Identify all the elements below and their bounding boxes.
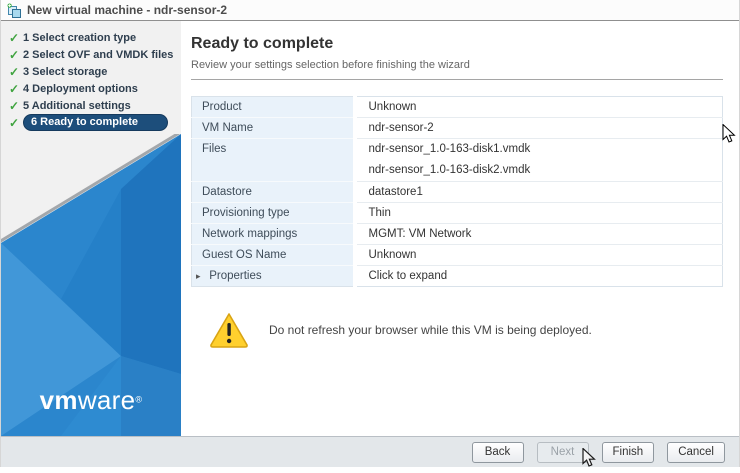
- page-title: Ready to complete: [191, 35, 334, 52]
- next-button: Next: [536, 441, 589, 463]
- step-label: 4 Deployment options: [23, 82, 138, 95]
- vmware-logo: vmware®: [1, 385, 181, 416]
- wizard-steps-list: ✓ 1 Select creation type ✓ 2 Select OVF …: [1, 21, 181, 131]
- sidebar-step-select-ovf-vmdk-files[interactable]: ✓ 2 Select OVF and VMDK files: [1, 46, 181, 63]
- check-icon: ✓: [9, 81, 20, 96]
- header-divider: [191, 79, 723, 80]
- row-value: ndr-sensor_1.0-163-disk1.vmdk ndr-sensor…: [354, 138, 723, 182]
- check-icon: ✓: [9, 30, 20, 45]
- registered-mark: ®: [135, 394, 143, 405]
- table-row-provisioning-type: Provisioning type Thin: [191, 202, 723, 224]
- finish-button[interactable]: Finish: [601, 441, 655, 463]
- row-value: Unknown: [354, 96, 723, 118]
- row-label: Product: [191, 96, 357, 118]
- row-label: Network mappings: [191, 223, 357, 245]
- warning-text: Do not refresh your browser while this V…: [269, 323, 592, 337]
- warning-triangle-icon: [209, 312, 249, 348]
- row-value: Thin: [354, 202, 723, 224]
- page-subtitle: Review your settings selection before fi…: [191, 59, 470, 71]
- cancel-button[interactable]: Cancel: [667, 441, 725, 463]
- file-name: ndr-sensor_1.0-163-disk1.vmdk: [368, 143, 531, 155]
- file-name: ndr-sensor_1.0-163-disk2.vmdk: [368, 164, 531, 176]
- deployment-warning: Do not refresh your browser while this V…: [191, 312, 723, 348]
- row-value[interactable]: Click to expand: [354, 265, 723, 287]
- window-titlebar: New virtual machine - ndr-sensor-2: [1, 0, 739, 21]
- check-icon: ✓: [9, 115, 20, 130]
- row-label: Provisioning type: [191, 202, 357, 224]
- wizard-footer: Back Next Finish Cancel: [1, 436, 739, 467]
- step-label: 1 Select creation type: [23, 31, 137, 44]
- row-value: ndr-sensor-2: [354, 117, 723, 139]
- row-value: datastore1: [354, 181, 723, 203]
- expand-arrow-icon[interactable]: ▸: [196, 271, 206, 282]
- row-label: Guest OS Name: [191, 244, 357, 266]
- table-row-properties[interactable]: ▸ Properties Click to expand: [191, 265, 723, 287]
- new-vm-icon: [7, 3, 22, 18]
- back-button[interactable]: Back: [471, 441, 524, 463]
- window-title: New virtual machine - ndr-sensor-2: [27, 3, 228, 17]
- ready-to-complete-panel: Ready to complete Review your settings s…: [181, 21, 739, 436]
- row-label-expandable[interactable]: ▸ Properties: [191, 265, 357, 287]
- step-label: 3 Select storage: [23, 65, 108, 78]
- vmware-brand-graphic: vmware®: [1, 131, 181, 436]
- row-label: Properties: [209, 270, 262, 282]
- table-row-guest-os-name: Guest OS Name Unknown: [191, 244, 723, 266]
- sidebar-step-select-creation-type[interactable]: ✓ 1 Select creation type: [1, 29, 181, 46]
- step-label-active: 6 Ready to complete: [23, 114, 168, 131]
- table-row-files: Files ndr-sensor_1.0-163-disk1.vmdk ndr-…: [191, 138, 723, 182]
- row-value: Unknown: [354, 244, 723, 266]
- sidebar-step-additional-settings[interactable]: ✓ 5 Additional settings: [1, 97, 181, 114]
- table-row-vm-name: VM Name ndr-sensor-2: [191, 117, 723, 139]
- table-row-datastore: Datastore datastore1: [191, 181, 723, 203]
- check-icon: ✓: [9, 98, 20, 113]
- step-label: 5 Additional settings: [23, 99, 131, 112]
- row-label: VM Name: [191, 117, 357, 139]
- row-value: MGMT: VM Network: [354, 223, 723, 245]
- sidebar-step-deployment-options[interactable]: ✓ 4 Deployment options: [1, 80, 181, 97]
- sidebar-step-select-storage[interactable]: ✓ 3 Select storage: [1, 63, 181, 80]
- table-row-product: Product Unknown: [191, 96, 723, 118]
- check-icon: ✓: [9, 64, 20, 79]
- settings-summary-table: Product Unknown VM Name ndr-sensor-2 Fil…: [191, 96, 723, 287]
- row-label: Datastore: [191, 181, 357, 203]
- check-icon: ✓: [9, 47, 20, 62]
- vmware-logo-ware: ware: [77, 385, 136, 415]
- table-row-network-mappings: Network mappings MGMT: VM Network: [191, 223, 723, 245]
- step-label: 2 Select OVF and VMDK files: [23, 48, 174, 61]
- sidebar-step-ready-to-complete[interactable]: ✓ 6 Ready to complete: [1, 114, 181, 131]
- wizard-steps-sidebar: ✓ 1 Select creation type ✓ 2 Select OVF …: [1, 21, 181, 436]
- row-label: Files: [191, 138, 357, 182]
- vmware-logo-vm: vm: [39, 385, 78, 415]
